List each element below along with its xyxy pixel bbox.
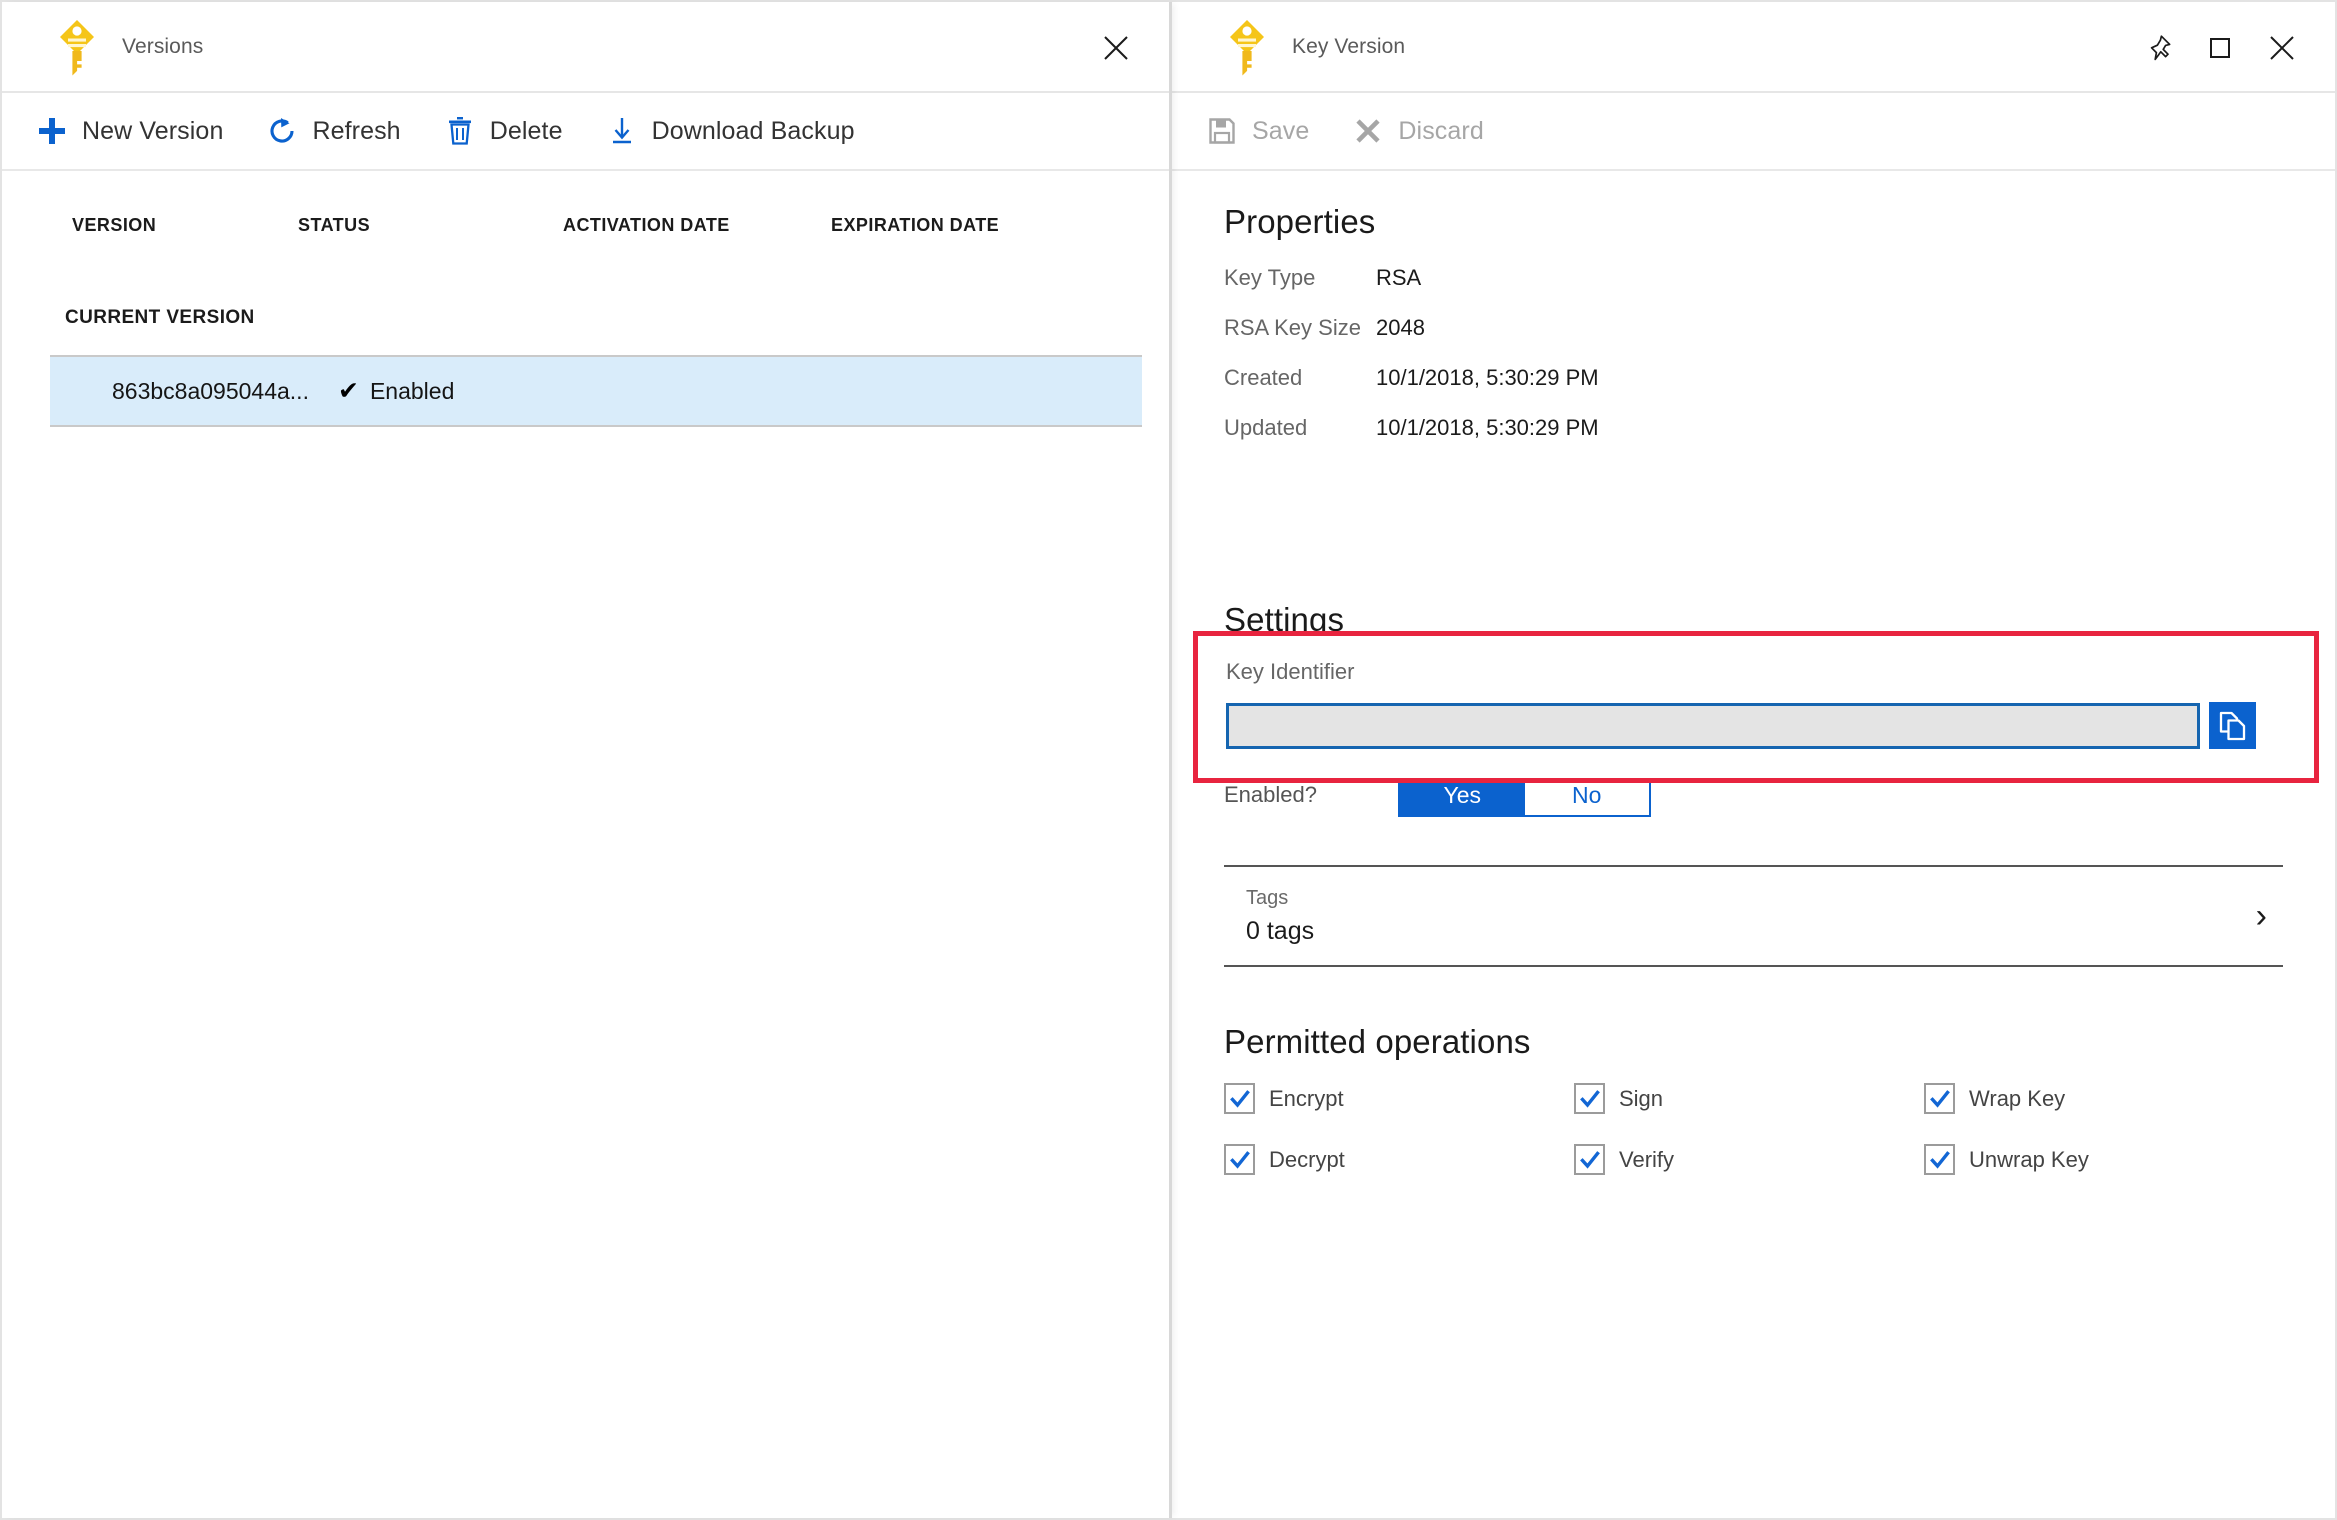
property-rsa-key-size: RSA Key Size 2048 [1224, 315, 2335, 341]
operation-label: Encrypt [1269, 1085, 1344, 1111]
key-identifier-label: Key Identifier [1226, 659, 1355, 684]
operation-label: Unwrap Key [1969, 1146, 2089, 1172]
property-label: Created [1224, 365, 1303, 390]
operation-label: Wrap Key [1969, 1085, 2066, 1111]
maximize-icon[interactable] [2189, 17, 2251, 79]
property-key-type: Key Type RSA [1224, 265, 2335, 291]
check-icon: ✔ [338, 376, 359, 405]
pin-icon[interactable] [2127, 17, 2189, 79]
property-label: Key Type [1224, 265, 1316, 290]
key-version-blade: Key Version Save Discard Properties Key … [1172, 2, 2335, 1518]
operation-decrypt[interactable]: Decrypt [1224, 1144, 1574, 1175]
versions-blade-window-actions [1085, 2, 1147, 93]
column-header-activation: ACTIVATION DATE [563, 215, 730, 235]
row-status-label: Enabled [369, 377, 455, 404]
property-value: RSA [1376, 265, 1422, 290]
operation-label: Sign [1619, 1085, 1664, 1111]
key-version-content: Properties Key Type RSA RSA Key Size 204… [1172, 171, 2335, 1175]
trash-icon [443, 114, 477, 148]
permitted-operations-grid: Encrypt Sign Wrap Key Decrypt Verify Unw… [1224, 1083, 2335, 1175]
key-icon [54, 16, 100, 78]
property-value: 10/1/2018, 5:30:29 PM [1376, 415, 1599, 440]
versions-table-header: VERSION STATUS ACTIVATION DATE EXPIRATIO… [2, 171, 1169, 255]
save-button[interactable]: Save [1205, 102, 1327, 160]
current-version-group-label: CURRENT VERSION [65, 307, 255, 328]
operation-verify[interactable]: Verify [1574, 1144, 1924, 1175]
properties-heading: Properties [1224, 203, 1376, 240]
row-status: ✔ Enabled [338, 378, 603, 405]
azure-key-vault-screen: Versions New Version Refresh Delete Down… [0, 0, 2337, 1520]
delete-button[interactable]: Delete [443, 102, 581, 160]
discard-icon [1351, 114, 1385, 148]
checkbox-checked-icon [1924, 1144, 1955, 1175]
close-icon[interactable] [1085, 17, 1147, 79]
operation-label: Decrypt [1269, 1146, 1345, 1172]
key-version-window-actions [2127, 2, 2313, 93]
checkbox-checked-icon [1574, 1083, 1605, 1114]
key-version-blade-titlebar: Key Version [1172, 2, 2335, 93]
properties-section: Properties Key Type RSA RSA Key Size 204… [1172, 171, 2335, 441]
checkbox-checked-icon [1224, 1144, 1255, 1175]
checkbox-checked-icon [1574, 1144, 1605, 1175]
blade-title: Key Version [1292, 34, 1406, 58]
key-icon [1224, 16, 1270, 78]
refresh-icon [265, 114, 299, 148]
key-identifier-input[interactable] [1226, 702, 2200, 749]
download-backup-label: Download Backup [651, 116, 855, 145]
operation-label: Verify [1619, 1146, 1675, 1172]
new-version-label: New Version [82, 116, 224, 145]
permitted-operations-section: Permitted operations Encrypt Sign Wrap K… [1224, 1023, 2335, 1175]
property-updated: Updated 10/1/2018, 5:30:29 PM [1224, 415, 2335, 441]
download-icon [605, 114, 639, 148]
tags-label: Tags [1246, 886, 1289, 909]
property-created: Created 10/1/2018, 5:30:29 PM [1224, 365, 2335, 391]
column-header-expiration: EXPIRATION DATE [831, 215, 1000, 235]
save-label: Save [1252, 116, 1310, 145]
checkbox-checked-icon [1224, 1083, 1255, 1114]
close-icon[interactable] [2251, 17, 2313, 79]
delete-label: Delete [489, 116, 563, 145]
new-version-button[interactable]: New Version [35, 102, 241, 160]
property-value: 10/1/2018, 5:30:29 PM [1376, 365, 1599, 390]
refresh-button[interactable]: Refresh [265, 102, 418, 160]
operation-wrap-key[interactable]: Wrap Key [1924, 1083, 2274, 1114]
chevron-right-icon: › [2255, 897, 2267, 935]
tags-count: 0 tags [1246, 916, 1315, 945]
download-backup-button[interactable]: Download Backup [605, 102, 873, 160]
refresh-label: Refresh [312, 116, 401, 145]
property-value: 2048 [1376, 315, 1425, 340]
versions-blade: Versions New Version Refresh Delete Down… [2, 2, 1172, 1518]
discard-label: Discard [1398, 116, 1484, 145]
save-icon [1205, 114, 1239, 148]
key-version-command-toolbar: Save Discard [1172, 93, 2335, 171]
tags-text-wrap: Tags 0 tags [1246, 887, 1314, 946]
setting-label: Enabled? [1224, 782, 1317, 807]
column-header-version: VERSION [72, 215, 157, 235]
plus-icon [35, 114, 69, 148]
copy-icon[interactable] [2209, 702, 2256, 749]
table-row[interactable]: 863bc8a095044a... ✔ Enabled [50, 355, 1142, 427]
column-header-status: STATUS [298, 215, 371, 235]
versions-blade-titlebar: Versions [2, 2, 1169, 93]
key-identifier-row [1198, 685, 2314, 749]
row-version: 863bc8a095044a... [112, 377, 309, 404]
operation-unwrap-key[interactable]: Unwrap Key [1924, 1144, 2274, 1175]
versions-command-toolbar: New Version Refresh Delete Download Back… [2, 93, 1169, 171]
operation-encrypt[interactable]: Encrypt [1224, 1083, 1574, 1114]
key-identifier-highlight: Key Identifier [1193, 631, 2319, 783]
property-label: RSA Key Size [1224, 315, 1361, 340]
property-label: Updated [1224, 415, 1308, 440]
checkbox-checked-icon [1924, 1083, 1955, 1114]
permitted-operations-heading: Permitted operations [1224, 1023, 1531, 1060]
operation-sign[interactable]: Sign [1574, 1083, 1924, 1114]
discard-button[interactable]: Discard [1351, 102, 1501, 160]
blade-title: Versions [122, 34, 204, 58]
tags-section[interactable]: Tags 0 tags › [1224, 865, 2283, 967]
